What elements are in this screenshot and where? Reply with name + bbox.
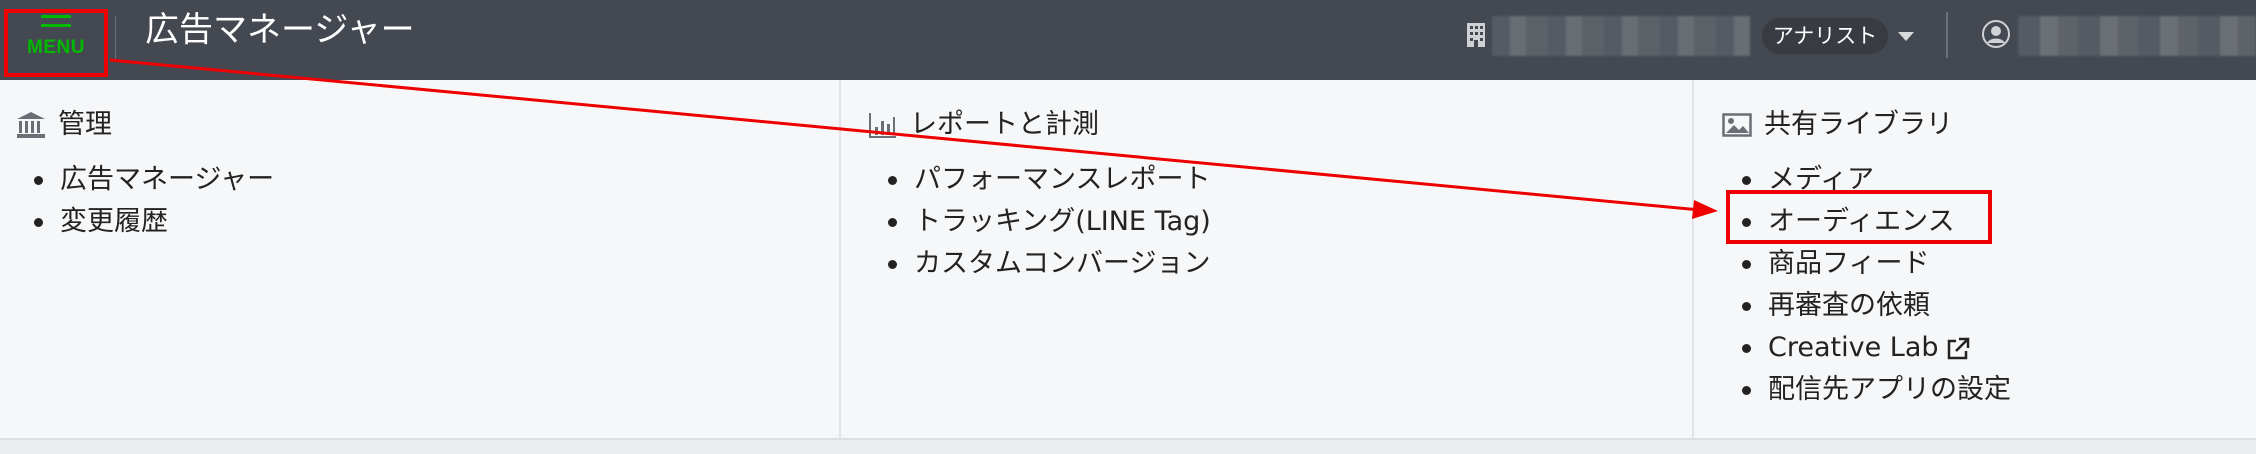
section-title-label: レポートと計測 — [910, 109, 1099, 140]
menu-item-label: 商品フィード — [1768, 248, 1930, 279]
bullet — [1742, 302, 1751, 311]
bar-chart-icon — [869, 113, 896, 138]
column-divider — [839, 80, 841, 438]
menu-item-label: 配信先アプリの設定 — [1768, 374, 2011, 405]
bullet — [34, 176, 43, 185]
header-divider — [1946, 12, 1948, 58]
menu-item-label: カスタムコンバージョン — [914, 248, 1211, 279]
management-list: 広告マネージャー 変更履歴 — [30, 159, 274, 243]
caret-down-icon[interactable] — [1898, 32, 1914, 41]
menu-item-product-feed[interactable]: 商品フィード — [1738, 243, 2011, 285]
page-bottom-strip — [0, 438, 2256, 454]
user-name-redacted[interactable] — [2018, 16, 2256, 56]
menu-item-creative-lab[interactable]: Creative Lab — [1738, 327, 2011, 369]
menu-item-app-delivery-settings[interactable]: 配信先アプリの設定 — [1738, 369, 2011, 411]
image-icon — [1722, 113, 1752, 137]
menu-item-label: Creative Lab — [1768, 332, 1939, 363]
column-divider — [1692, 80, 1694, 438]
menu-item-label: パフォーマンスレポート — [914, 164, 1211, 195]
menu-item-label: 再審査の依頼 — [1768, 290, 1930, 321]
menu-item-tracking[interactable]: トラッキング(LINE Tag) — [884, 201, 1211, 243]
bank-icon — [17, 112, 45, 138]
menu-item-change-history[interactable]: 変更履歴 — [30, 201, 274, 243]
reports-list: パフォーマンスレポート トラッキング(LINE Tag) カスタムコンバージョン — [884, 159, 1211, 285]
bullet — [888, 218, 897, 227]
section-title-label: 共有ライブラリ — [1764, 109, 1953, 140]
external-link-icon — [1947, 337, 1969, 359]
menu-label: MENU — [27, 37, 85, 58]
header-divider — [115, 16, 116, 62]
bullet — [888, 176, 897, 185]
section-title-management: 管理 — [16, 108, 112, 142]
section-title-library: 共有ライブラリ — [1722, 108, 1953, 142]
menu-item-label: トラッキング(LINE Tag) — [914, 206, 1211, 237]
hamburger-icon — [41, 15, 71, 27]
menu-button[interactable]: MENU — [4, 9, 108, 77]
section-title-label: 管理 — [58, 109, 112, 140]
menu-item-performance-report[interactable]: パフォーマンスレポート — [884, 159, 1211, 201]
menu-item-ad-manager[interactable]: 広告マネージャー — [30, 159, 274, 201]
building-icon — [1467, 23, 1485, 47]
user-avatar-icon[interactable] — [1982, 20, 2010, 48]
bullet — [1742, 176, 1751, 185]
bullet — [1742, 260, 1751, 269]
bullet — [888, 260, 897, 269]
menu-item-custom-conversion[interactable]: カスタムコンバージョン — [884, 243, 1211, 285]
menu-item-label: 変更履歴 — [60, 206, 168, 237]
top-header: MENU 広告マネージャー アナリスト — [0, 0, 2256, 80]
annotation-highlight-box — [1726, 190, 1992, 244]
bullet — [1742, 386, 1751, 395]
role-badge[interactable]: アナリスト — [1762, 18, 1888, 54]
app-title: 広告マネージャー — [145, 10, 415, 50]
bullet — [34, 218, 43, 227]
menu-item-label: 広告マネージャー — [60, 164, 275, 195]
menu-item-re-review-request[interactable]: 再審査の依頼 — [1738, 285, 2011, 327]
account-name-redacted[interactable] — [1492, 16, 1750, 56]
section-title-reports: レポートと計測 — [868, 108, 1099, 142]
bullet — [1742, 344, 1751, 353]
